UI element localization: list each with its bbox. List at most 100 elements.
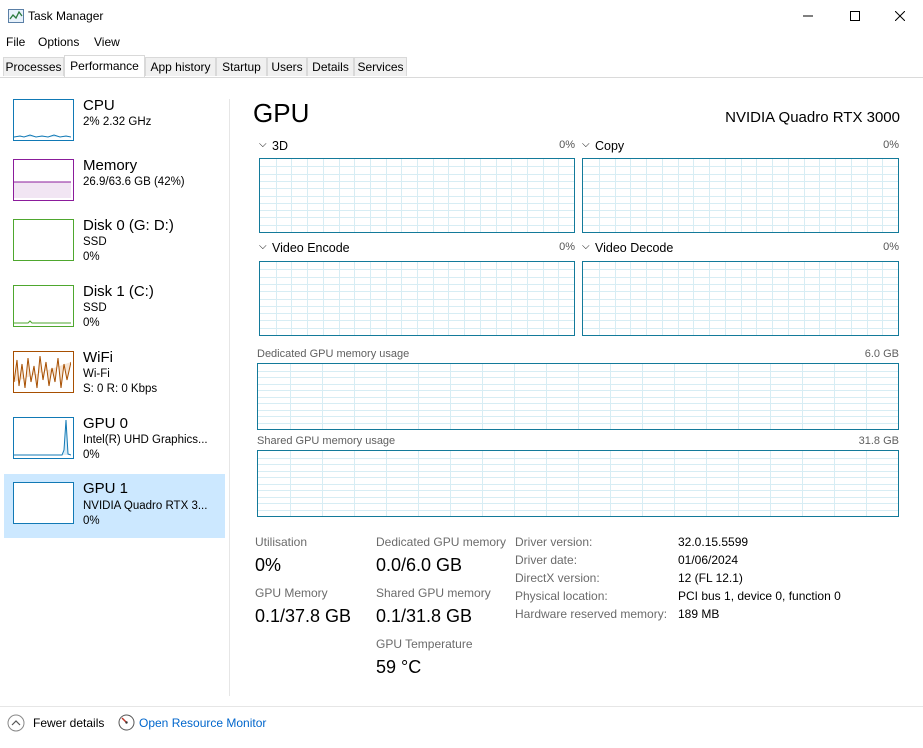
engine-graph-video-decode: [582, 261, 899, 336]
disk1-thumbnail-graph: [13, 285, 74, 327]
menu-view[interactable]: View: [94, 35, 120, 49]
fewer-details-button[interactable]: Fewer details: [6, 713, 106, 733]
sidebar-item-disk-0[interactable]: Disk 0 (G: D:) SSD 0%: [4, 215, 225, 279]
footer-divider: [0, 706, 923, 707]
engine-label: Video Encode: [272, 241, 350, 255]
sidebar-item-sub: S: 0 R: 0 Kbps: [83, 383, 158, 395]
shared-memory-graph-label: Shared GPU memory usage: [257, 435, 396, 447]
sidebar-item-memory[interactable]: Memory 26.9/63.6 GB (42%): [4, 155, 225, 219]
engine-percent: 0%: [559, 241, 575, 253]
info-key: Physical location:: [515, 589, 608, 603]
info-value: 12 (FL 12.1): [678, 571, 743, 585]
menu-options[interactable]: Options: [38, 35, 79, 49]
shared-memory-value: 0.1/31.8 GB: [376, 606, 473, 626]
sidebar-item-wifi[interactable]: WiFi Wi-Fi S: 0 R: 0 Kbps: [4, 347, 225, 411]
utilisation-value: 0%: [255, 555, 282, 575]
info-value: 189 MB: [678, 607, 720, 621]
tab-details[interactable]: Details: [307, 57, 354, 76]
sidebar-item-cpu[interactable]: CPU 2% 2.32 GHz: [4, 95, 225, 159]
info-key: Driver version:: [515, 535, 593, 549]
engine-header-3d[interactable]: ⌵ 3D 0%: [259, 139, 575, 157]
cpu-mini-chart: [13, 134, 72, 138]
disk0-thumbnail-graph: [13, 219, 74, 261]
chevron-down-icon: ⌵: [582, 139, 590, 150]
fewer-details-label: Fewer details: [33, 716, 105, 730]
dedicated-memory-value: 0.0/6.0 GB: [376, 555, 463, 575]
info-key: DirectX version:: [515, 571, 600, 585]
tab-services[interactable]: Services: [354, 57, 407, 76]
dedicated-memory-graph-label: Dedicated GPU memory usage: [257, 348, 410, 360]
info-key: Hardware reserved memory:: [515, 607, 668, 621]
tab-startup[interactable]: Startup: [216, 57, 267, 76]
gpu-temperature-label: GPU Temperature: [376, 637, 473, 651]
sidebar-item-label: WiFi: [83, 349, 113, 366]
memory-thumbnail-graph: [13, 159, 74, 201]
sidebar-item-label: Disk 0 (G: D:): [83, 217, 174, 234]
sidebar-item-sub: 0%: [83, 449, 100, 461]
resource-monitor-icon: [118, 714, 135, 731]
info-value: 01/06/2024: [678, 553, 739, 567]
sidebar-item-sub: 2% 2.32 GHz: [83, 116, 152, 128]
engine-percent: 0%: [883, 139, 899, 151]
gpu0-thumbnail-graph: [13, 417, 74, 459]
engine-label: Video Decode: [595, 241, 674, 255]
engine-label: 3D: [272, 139, 288, 153]
menu-file[interactable]: File: [6, 35, 25, 49]
gpu0-mini-chart: [14, 419, 72, 456]
sidebar-item-sub: Intel(R) UHD Graphics...: [83, 434, 208, 446]
tab-processes[interactable]: Processes: [3, 57, 64, 76]
sidebar-item-label: Memory: [83, 157, 138, 174]
chevron-up-circle-icon: [7, 714, 25, 732]
sidebar-item-gpu-1[interactable]: GPU 1 NVIDIA Quadro RTX 3... 0%: [4, 474, 225, 538]
window-title: Task Manager: [28, 9, 104, 23]
engine-header-copy[interactable]: ⌵ Copy 0%: [582, 139, 899, 157]
close-button[interactable]: [877, 0, 923, 32]
memory-mini-chart: [14, 181, 71, 198]
tab-performance[interactable]: Performance: [64, 55, 145, 77]
dedicated-memory-label: Dedicated GPU memory: [376, 535, 507, 549]
sidebar-item-label: GPU 1: [83, 480, 129, 497]
chevron-down-icon: ⌵: [582, 241, 590, 252]
shared-memory-graph: [257, 450, 899, 517]
cpu-thumbnail-graph: [13, 99, 74, 141]
page-title: GPU: [253, 98, 310, 128]
maximize-icon: [850, 11, 860, 21]
engine-percent: 0%: [559, 139, 575, 151]
close-icon: [895, 11, 905, 21]
tab-app-history[interactable]: App history: [145, 57, 216, 76]
info-value: PCI bus 1, device 0, function 0: [678, 589, 841, 603]
sidebar-divider: [229, 99, 230, 696]
engine-header-video-encode[interactable]: ⌵ Video Encode 0%: [259, 241, 575, 259]
task-manager-icon: [8, 9, 24, 23]
engine-graph-3d: [259, 158, 575, 233]
minimize-button[interactable]: [785, 0, 831, 32]
open-resource-monitor-link[interactable]: Open Resource Monitor: [117, 713, 277, 733]
sidebar-item-disk-1[interactable]: Disk 1 (C:) SSD 0%: [4, 281, 225, 345]
info-key: Driver date:: [515, 553, 578, 567]
gpu-memory-label: GPU Memory: [255, 586, 328, 600]
sidebar-item-label: CPU: [83, 97, 115, 114]
gpu1-thumbnail-graph: [13, 482, 74, 524]
wifi-mini-chart: [13, 355, 72, 389]
shared-memory-label: Shared GPU memory: [376, 586, 491, 600]
maximize-button[interactable]: [832, 0, 878, 32]
sidebar-item-sub: 0%: [83, 515, 100, 527]
sidebar-item-sub: NVIDIA Quadro RTX 3...: [83, 500, 208, 512]
chevron-down-icon: ⌵: [259, 241, 267, 252]
sidebar-item-sub: SSD: [83, 302, 107, 314]
disk1-mini-chart: [14, 320, 71, 324]
minimize-icon: [803, 15, 813, 17]
sidebar-item-sub: 0%: [83, 251, 100, 263]
sidebar-item-sub: SSD: [83, 236, 107, 248]
engine-header-video-decode[interactable]: ⌵ Video Decode 0%: [582, 241, 899, 259]
engine-label: Copy: [595, 139, 625, 153]
tab-users[interactable]: Users: [267, 57, 307, 76]
sidebar-item-gpu-0[interactable]: GPU 0 Intel(R) UHD Graphics... 0%: [4, 413, 225, 477]
sidebar-item-sub: 0%: [83, 317, 100, 329]
sidebar-item-label: GPU 0: [83, 415, 129, 432]
engine-percent: 0%: [883, 241, 899, 253]
utilisation-label: Utilisation: [255, 535, 308, 549]
chevron-down-icon: ⌵: [259, 139, 267, 150]
info-value: 32.0.15.5599: [678, 535, 749, 549]
shared-memory-graph-max: 31.8 GB: [858, 435, 899, 447]
